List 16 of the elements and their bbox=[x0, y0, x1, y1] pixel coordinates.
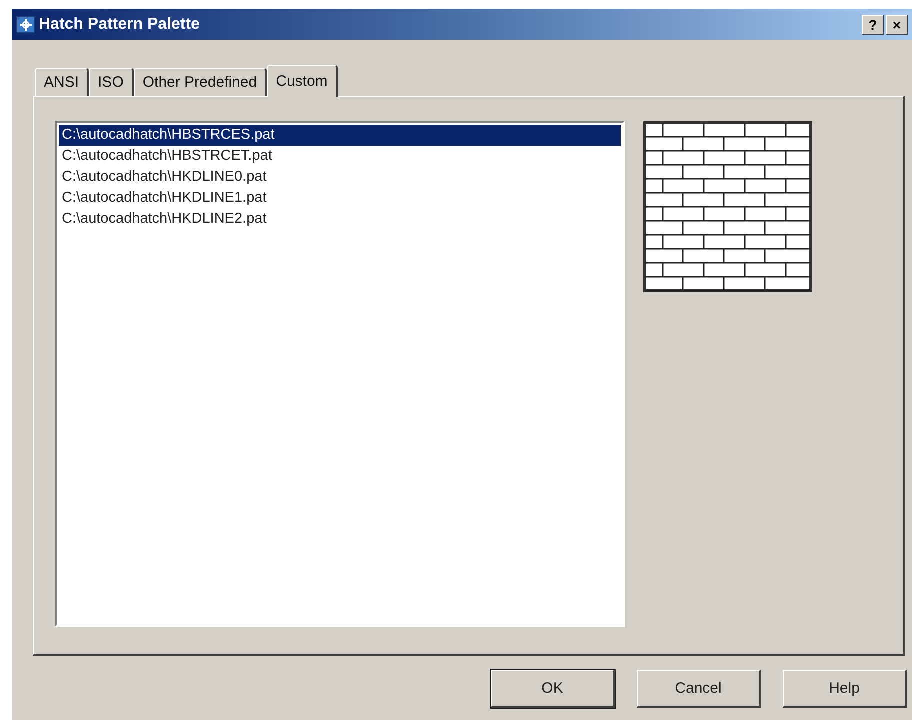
dialog-button[interactable]: Help bbox=[783, 670, 907, 708]
file-item[interactable]: C:\autocadhatch\HKDLINE2.pat bbox=[59, 209, 621, 230]
tab[interactable]: Custom bbox=[267, 65, 338, 97]
tab[interactable]: ANSI bbox=[35, 68, 90, 96]
tab[interactable]: ISO bbox=[89, 68, 134, 96]
file-item[interactable]: C:\autocadhatch\HBSTRCET.pat bbox=[59, 146, 621, 167]
help-button[interactable]: ? bbox=[862, 14, 884, 34]
file-item[interactable]: C:\autocadhatch\HKDLINE1.pat bbox=[59, 188, 621, 209]
file-item[interactable]: C:\autocadhatch\HKDLINE0.pat bbox=[59, 167, 621, 188]
file-item[interactable]: C:\autocadhatch\HBSTRCES.pat bbox=[59, 125, 621, 146]
tab[interactable]: Other Predefined bbox=[134, 68, 268, 96]
dialog-button[interactable]: Cancel bbox=[637, 670, 761, 708]
window-title: Hatch Pattern Palette bbox=[39, 16, 201, 34]
close-button[interactable]: × bbox=[886, 14, 908, 34]
dialog-button[interactable]: OK bbox=[491, 670, 615, 708]
app-icon bbox=[16, 16, 36, 34]
